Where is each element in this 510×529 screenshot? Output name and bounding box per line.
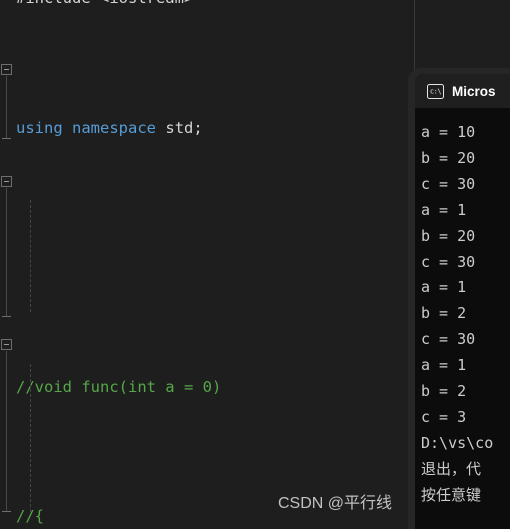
editor-gutter[interactable] <box>0 0 16 529</box>
code-line-comment-decl[interactable]: //void func(int a = 0) <box>0 375 418 401</box>
code-line[interactable] <box>0 245 418 271</box>
code-area[interactable]: using namespace std; //void func(int a =… <box>0 0 418 529</box>
console-line: b = 20 <box>421 226 476 245</box>
console-line: c = 30 <box>421 330 476 349</box>
csdn-watermark: CSDN @平行线 <box>278 495 393 512</box>
fold-guide-end <box>2 511 11 512</box>
fold-guide-line <box>6 351 7 511</box>
console-line: a = 1 <box>421 278 467 297</box>
console-window-title: Micros <box>452 83 496 99</box>
indent-guide <box>30 364 31 512</box>
indent-guide <box>30 200 31 312</box>
console-line-exit-message: 退出，代 <box>421 459 482 478</box>
fold-guide-line <box>6 76 7 138</box>
console-line: b = 20 <box>421 148 476 167</box>
console-line: c = 30 <box>421 252 476 271</box>
console-line-press-any-key: 按任意键 <box>421 485 482 504</box>
fold-toggle-main[interactable] <box>1 339 12 350</box>
console-output[interactable]: a = 10 b = 20 c = 30 a = 1 b = 20 c = 30… <box>415 108 510 529</box>
console-line: c = 3 <box>421 407 467 426</box>
console-line: a = 10 <box>421 123 476 141</box>
cmd-icon: c:\ <box>427 83 444 99</box>
console-line: a = 1 <box>421 356 467 375</box>
console-line: b = 2 <box>421 382 467 401</box>
fold-toggle-func[interactable] <box>1 176 12 187</box>
console-line: b = 2 <box>421 304 467 323</box>
console-title-bar[interactable]: c:\ Micros <box>415 74 510 108</box>
fold-guide-end <box>2 138 11 139</box>
console-line: c = 30 <box>421 174 476 193</box>
fold-guide-line <box>6 188 7 316</box>
code-line[interactable]: using namespace std; <box>0 116 418 142</box>
console-line-path: D:\vs\co <box>421 433 494 452</box>
console-window[interactable]: c:\ Micros a = 10 b = 20 c = 30 a = 1 b … <box>415 74 510 529</box>
fold-guide-end <box>2 316 11 317</box>
fold-toggle-comment-block[interactable] <box>1 64 12 75</box>
cmd-icon-glyph: c:\ <box>429 87 442 95</box>
console-line: a = 1 <box>421 200 467 219</box>
code-editor[interactable]: #include <iostream> using namespace std;… <box>0 0 418 529</box>
